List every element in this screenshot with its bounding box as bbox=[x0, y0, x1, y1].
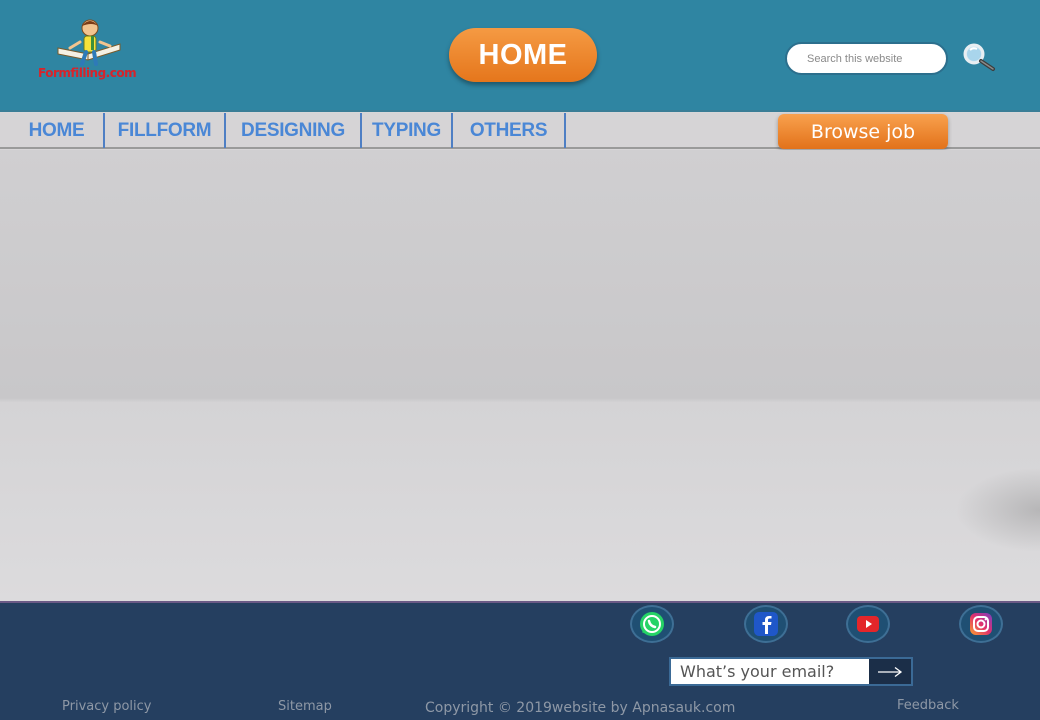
feedback-link[interactable]: Feedback bbox=[897, 698, 959, 713]
privacy-policy-link[interactable]: Privacy policy bbox=[62, 699, 151, 714]
nav-item-typing[interactable]: TYPING bbox=[362, 113, 453, 148]
copyright-text: Copyright © 2019website by Apnasauk.com bbox=[425, 700, 736, 716]
nav-item-designing[interactable]: DESIGNING bbox=[226, 113, 362, 148]
newsletter-form bbox=[669, 657, 913, 686]
arrow-right-icon bbox=[878, 666, 903, 677]
logo-text: Formfilling.com bbox=[38, 66, 137, 80]
email-submit-button[interactable] bbox=[869, 659, 911, 684]
hero-area bbox=[0, 150, 1040, 601]
whatsapp-icon[interactable] bbox=[630, 605, 674, 643]
site-header: Formfilling.com HOME bbox=[0, 0, 1040, 112]
search-input[interactable] bbox=[785, 42, 948, 75]
nav-item-others[interactable]: OTHERS bbox=[453, 113, 566, 148]
instagram-icon[interactable] bbox=[959, 605, 1003, 643]
sitemap-link[interactable]: Sitemap bbox=[278, 699, 332, 714]
browse-job-button[interactable]: Browse job bbox=[778, 114, 948, 149]
search-icon[interactable] bbox=[960, 42, 998, 72]
youtube-icon[interactable] bbox=[846, 605, 890, 643]
page-title-pill[interactable]: HOME bbox=[449, 28, 597, 82]
nav-item-home[interactable]: HOME bbox=[10, 113, 105, 148]
site-logo[interactable]: Formfilling.com bbox=[36, 16, 137, 86]
facebook-icon[interactable] bbox=[744, 605, 788, 643]
email-input[interactable] bbox=[673, 660, 869, 683]
nav-item-fillform[interactable]: FILLFORM bbox=[105, 113, 226, 148]
